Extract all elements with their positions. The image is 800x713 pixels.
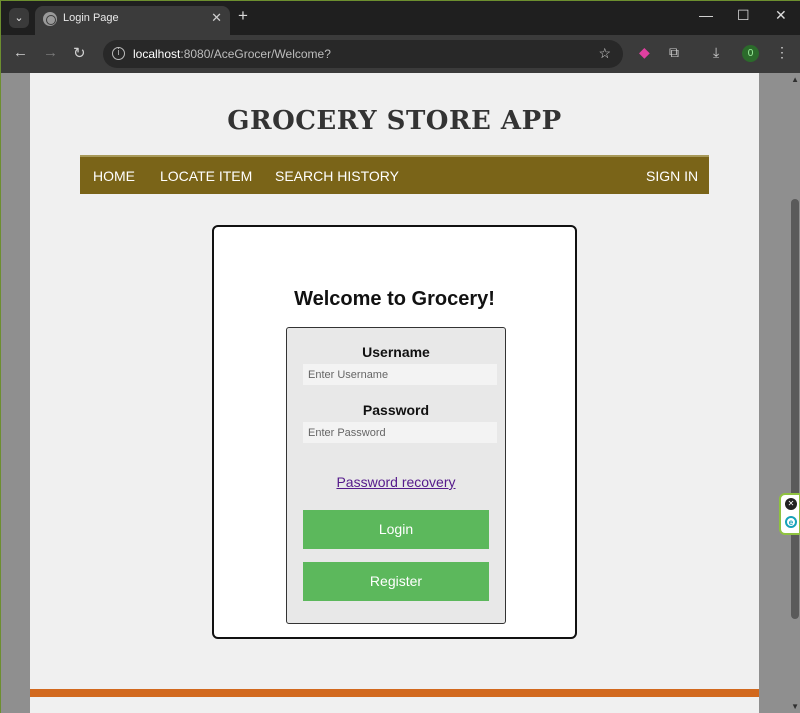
scrollbar-thumb[interactable] (791, 199, 799, 619)
browser-toolbar: ← → ↻ i localhost:8080/AceGrocer/Welcome… (1, 35, 800, 73)
register-button[interactable]: Register (303, 562, 489, 601)
browser-window: ⌄ Login Page ✕ + — ☐ ✕ ← → ↻ i localhost… (0, 0, 800, 713)
username-input[interactable] (303, 364, 497, 385)
tab-search-button[interactable]: ⌄ (9, 8, 29, 28)
nav-locate-item[interactable]: LOCATE ITEM (160, 168, 252, 184)
address-bar[interactable]: i localhost:8080/AceGrocer/Welcome? ☆ (103, 40, 623, 68)
tab-strip: ⌄ Login Page ✕ + — ☐ ✕ (1, 1, 800, 35)
url-text: localhost:8080/AceGrocer/Welcome? (133, 47, 331, 61)
main-navbar: HOME LOCATE ITEM SEARCH HISTORY SIGN IN (80, 155, 709, 194)
close-window-button[interactable]: ✕ (775, 7, 787, 24)
nav-sign-in[interactable]: SIGN IN (646, 168, 698, 184)
scroll-down-icon[interactable]: ▼ (791, 702, 799, 711)
extensions-puzzle-icon[interactable]: ⧉ (669, 44, 679, 61)
nav-home[interactable]: HOME (93, 168, 135, 184)
download-icon[interactable]: ⤓ (713, 44, 719, 61)
globe-icon (43, 12, 57, 26)
username-label: Username (362, 344, 430, 360)
forward-arrow-icon[interactable]: → (43, 44, 58, 61)
profile-avatar[interactable]: 0 (742, 45, 759, 62)
back-arrow-icon[interactable]: ← (13, 44, 28, 61)
login-button[interactable]: Login (303, 510, 489, 549)
nav-search-history[interactable]: SEARCH HISTORY (275, 168, 399, 184)
widget-close-icon[interactable]: ✕ (785, 498, 797, 510)
side-extension-widget[interactable]: ✕ e (779, 493, 800, 535)
reload-icon[interactable]: ↻ (73, 44, 86, 62)
maximize-button[interactable]: ☐ (737, 7, 750, 24)
site-info-icon[interactable]: i (112, 47, 125, 60)
widget-logo-icon[interactable]: e (785, 516, 797, 528)
password-recovery-link[interactable]: Password recovery (287, 474, 505, 490)
close-tab-icon[interactable]: ✕ (211, 10, 222, 26)
page-viewport: GROCERY STORE APP HOME LOCATE ITEM SEARC… (1, 73, 800, 713)
new-tab-button[interactable]: + (238, 6, 248, 26)
welcome-heading: Welcome to Grocery! (294, 288, 495, 310)
page-content: GROCERY STORE APP HOME LOCATE ITEM SEARC… (30, 73, 759, 713)
footer-bar (30, 689, 759, 697)
vertical-scrollbar[interactable]: ▲ ▼ (789, 73, 800, 713)
password-input[interactable] (303, 422, 497, 443)
password-label: Password (362, 402, 430, 418)
login-form: Username Password Password recovery Logi… (286, 327, 506, 624)
menu-kebab-icon[interactable]: ⋮ (775, 44, 789, 61)
bookmark-star-icon[interactable]: ☆ (598, 45, 611, 62)
minimize-button[interactable]: — (699, 7, 713, 23)
tab-login-page[interactable]: Login Page ✕ (35, 6, 230, 35)
scroll-up-icon[interactable]: ▲ (791, 75, 799, 84)
extension-pink-icon[interactable]: ◆ (639, 44, 650, 61)
tab-title: Login Page (63, 12, 119, 24)
login-card: Welcome to Grocery! Username Password Pa… (212, 225, 577, 639)
app-title: GROCERY STORE APP (227, 106, 562, 136)
